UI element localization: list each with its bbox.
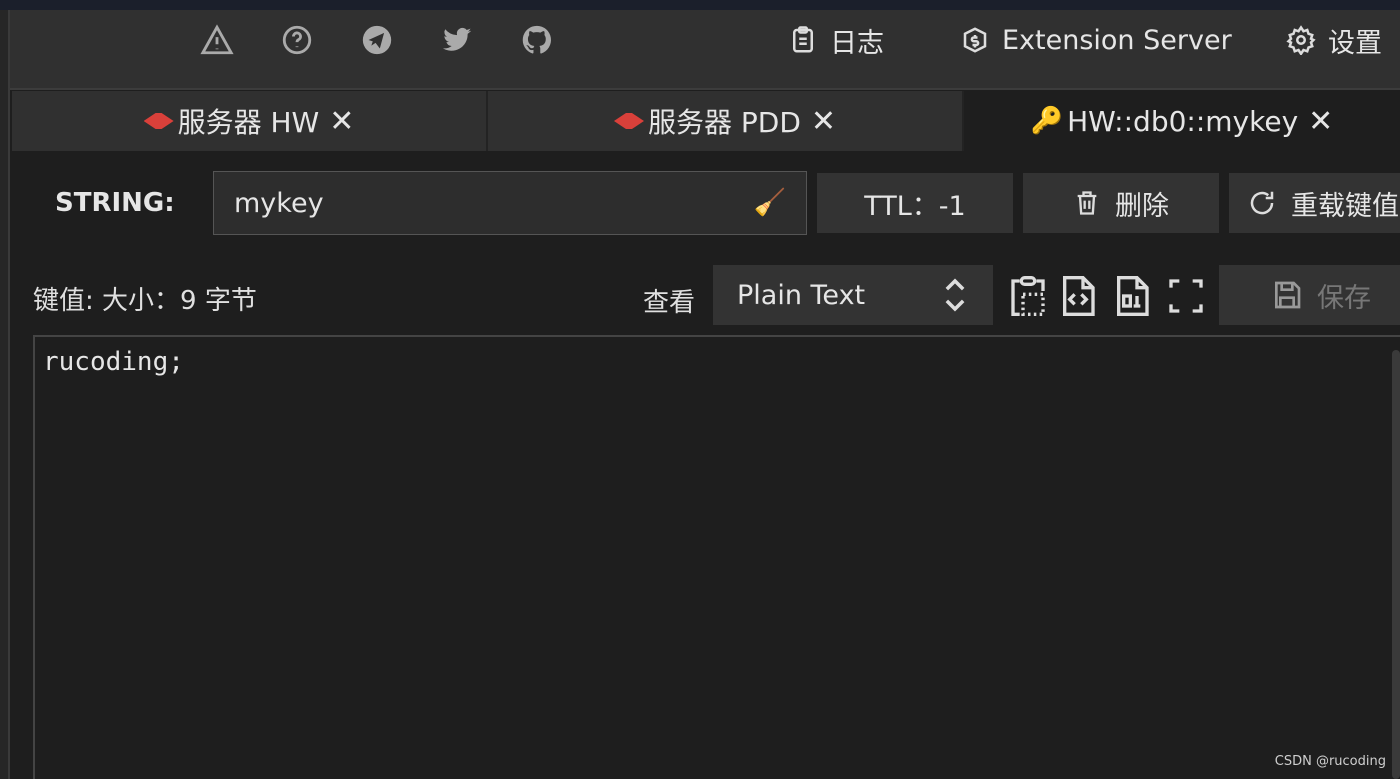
delete-label: 删除 (1115, 190, 1169, 222)
format-code-icon[interactable] (1056, 272, 1100, 320)
key-name-input[interactable] (234, 187, 754, 219)
warning-icon[interactable] (197, 20, 237, 60)
tab-bar: 服务器 HW ✕ 服务器 PDD ✕ 🔑 HW::db0::mykey ✕ (12, 91, 1400, 151)
watermark: CSDN @rucoding (1274, 754, 1386, 769)
tab-key-mykey[interactable]: 🔑 HW::db0::mykey ✕ (964, 91, 1400, 151)
editor-scrollbar[interactable] (1392, 350, 1400, 779)
save-button[interactable]: 保存 (1219, 265, 1400, 325)
close-icon[interactable]: ✕ (811, 104, 836, 139)
reload-button[interactable]: 重载键值 (1229, 173, 1400, 233)
tab-server-hw[interactable]: 服务器 HW ✕ (12, 91, 488, 151)
key-type-label: STRING: (55, 188, 175, 218)
settings-button[interactable]: 设置 (1286, 18, 1382, 62)
log-label: 日志 (830, 27, 884, 59)
view-mode-select[interactable]: Plain Text (713, 265, 993, 325)
chevron-up-down-icon (945, 278, 965, 312)
save-icon (1275, 281, 1301, 309)
save-label: 保存 (1317, 282, 1371, 314)
telegram-icon[interactable] (357, 20, 397, 60)
copy-icon[interactable] (1006, 272, 1050, 320)
github-icon[interactable] (517, 20, 557, 60)
tab-label: 服务器 HW (177, 106, 320, 139)
reload-label: 重载键值 (1291, 190, 1399, 222)
binary-file-icon[interactable] (1110, 272, 1154, 320)
log-button[interactable]: 日志 (788, 18, 884, 62)
value-content: rucoding; (43, 347, 184, 377)
redis-icon (143, 113, 174, 129)
trash-icon (1077, 191, 1097, 215)
key-name-input-wrapper: 🧹 (213, 171, 807, 235)
tab-label: 服务器 PDD (647, 106, 801, 139)
view-mode-value: Plain Text (737, 279, 866, 311)
key-icon: 🔑 (1030, 106, 1064, 136)
fullscreen-icon[interactable] (1164, 272, 1208, 320)
ttl-button[interactable]: TTL：-1 (817, 173, 1013, 233)
ttl-label: TTL：-1 (864, 190, 966, 222)
twitter-icon[interactable] (437, 20, 477, 60)
help-icon[interactable] (277, 20, 317, 60)
tab-label: HW::db0::mykey (1067, 104, 1299, 138)
settings-label: 设置 (1328, 27, 1382, 59)
redis-icon (613, 113, 644, 129)
close-icon[interactable]: ✕ (329, 104, 354, 139)
window-top-strip (0, 0, 1400, 10)
value-size-label: 键值: 大小：9 字节 (33, 286, 257, 316)
left-sidebar-edge (0, 10, 10, 779)
broom-icon[interactable]: 🧹 (754, 188, 786, 218)
close-icon[interactable]: ✕ (1308, 104, 1333, 139)
tab-server-pdd[interactable]: 服务器 PDD ✕ (488, 91, 964, 151)
delete-button[interactable]: 删除 (1023, 173, 1219, 233)
extension-icon (963, 27, 987, 53)
gear-icon (1286, 25, 1316, 55)
extension-server-button[interactable]: Extension Server (960, 18, 1232, 62)
refresh-icon (1250, 191, 1274, 215)
value-editor[interactable]: rucoding; (33, 335, 1400, 779)
clipboard-list-icon (793, 26, 813, 53)
extension-server-label: Extension Server (1002, 24, 1232, 56)
view-label: 查看 (643, 288, 696, 318)
